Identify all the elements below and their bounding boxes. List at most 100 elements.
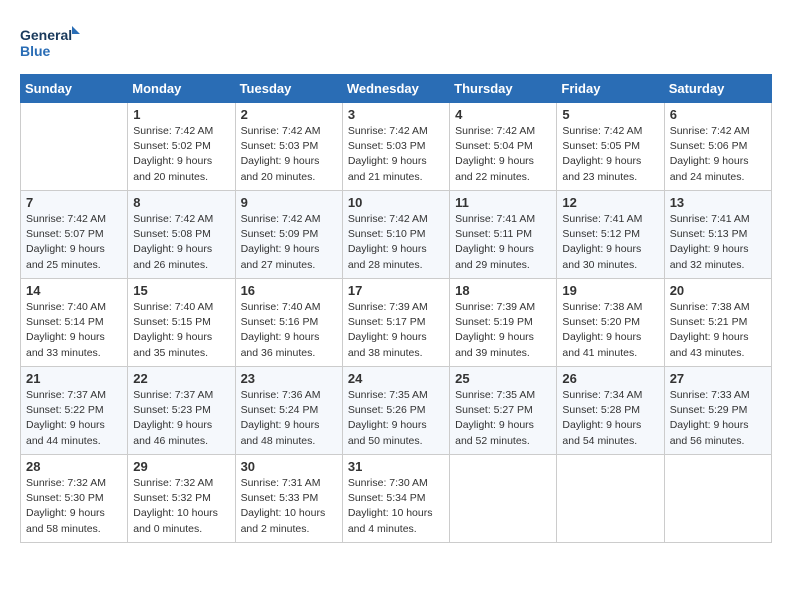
day-info: Sunrise: 7:38 AM Sunset: 5:21 PM Dayligh…: [670, 300, 766, 361]
day-number: 20: [670, 283, 766, 298]
day-info: Sunrise: 7:42 AM Sunset: 5:07 PM Dayligh…: [26, 212, 122, 273]
calendar-cell: 11 Sunrise: 7:41 AM Sunset: 5:11 PM Dayli…: [450, 191, 557, 279]
day-info: Sunrise: 7:32 AM Sunset: 5:30 PM Dayligh…: [26, 476, 122, 537]
day-info: Sunrise: 7:39 AM Sunset: 5:17 PM Dayligh…: [348, 300, 444, 361]
weekday-header: Thursday: [450, 75, 557, 103]
day-number: 14: [26, 283, 122, 298]
day-info: Sunrise: 7:42 AM Sunset: 5:05 PM Dayligh…: [562, 124, 658, 185]
day-info: Sunrise: 7:31 AM Sunset: 5:33 PM Dayligh…: [241, 476, 337, 537]
calendar-cell: 12 Sunrise: 7:41 AM Sunset: 5:12 PM Dayli…: [557, 191, 664, 279]
calendar-cell: [664, 455, 771, 543]
calendar-cell: 29 Sunrise: 7:32 AM Sunset: 5:32 PM Dayli…: [128, 455, 235, 543]
day-number: 19: [562, 283, 658, 298]
day-info: Sunrise: 7:35 AM Sunset: 5:26 PM Dayligh…: [348, 388, 444, 449]
calendar-cell: 1 Sunrise: 7:42 AM Sunset: 5:02 PM Daylig…: [128, 103, 235, 191]
day-number: 24: [348, 371, 444, 386]
calendar-cell: 17Sunrise: 7:39 AM Sunset: 5:17 PM Dayli…: [342, 279, 449, 367]
calendar-cell: 23 Sunrise: 7:36 AM Sunset: 5:24 PM Dayli…: [235, 367, 342, 455]
calendar-cell: 4 Sunrise: 7:42 AM Sunset: 5:04 PM Daylig…: [450, 103, 557, 191]
day-number: 4: [455, 107, 551, 122]
day-info: Sunrise: 7:36 AM Sunset: 5:24 PM Dayligh…: [241, 388, 337, 449]
page-header: General Blue: [20, 20, 772, 64]
weekday-header: Wednesday: [342, 75, 449, 103]
calendar-cell: [557, 455, 664, 543]
day-info: Sunrise: 7:42 AM Sunset: 5:02 PM Dayligh…: [133, 124, 229, 185]
day-info: Sunrise: 7:41 AM Sunset: 5:13 PM Dayligh…: [670, 212, 766, 273]
day-info: Sunrise: 7:42 AM Sunset: 5:10 PM Dayligh…: [348, 212, 444, 273]
day-number: 13: [670, 195, 766, 210]
calendar-cell: 16 Sunrise: 7:40 AM Sunset: 5:16 PM Dayli…: [235, 279, 342, 367]
day-info: Sunrise: 7:42 AM Sunset: 5:03 PM Dayligh…: [348, 124, 444, 185]
calendar-cell: 22 Sunrise: 7:37 AM Sunset: 5:23 PM Dayli…: [128, 367, 235, 455]
day-info: Sunrise: 7:35 AM Sunset: 5:27 PM Dayligh…: [455, 388, 551, 449]
day-number: 28: [26, 459, 122, 474]
calendar-cell: 31 Sunrise: 7:30 AM Sunset: 5:34 PM Dayli…: [342, 455, 449, 543]
calendar-cell: 8Sunrise: 7:42 AM Sunset: 5:08 PM Daylig…: [128, 191, 235, 279]
day-info: Sunrise: 7:33 AM Sunset: 5:29 PM Dayligh…: [670, 388, 766, 449]
calendar-cell: 25 Sunrise: 7:35 AM Sunset: 5:27 PM Dayli…: [450, 367, 557, 455]
calendar-cell: 14 Sunrise: 7:40 AM Sunset: 5:14 PM Dayli…: [21, 279, 128, 367]
day-number: 16: [241, 283, 337, 298]
calendar-cell: 10Sunrise: 7:42 AM Sunset: 5:10 PM Dayli…: [342, 191, 449, 279]
day-number: 3: [348, 107, 444, 122]
day-number: 30: [241, 459, 337, 474]
weekday-header: Sunday: [21, 75, 128, 103]
day-number: 26: [562, 371, 658, 386]
day-info: Sunrise: 7:42 AM Sunset: 5:03 PM Dayligh…: [241, 124, 337, 185]
day-info: Sunrise: 7:42 AM Sunset: 5:08 PM Dayligh…: [133, 212, 229, 273]
day-number: 22: [133, 371, 229, 386]
day-number: 5: [562, 107, 658, 122]
day-info: Sunrise: 7:40 AM Sunset: 5:16 PM Dayligh…: [241, 300, 337, 361]
weekday-header: Friday: [557, 75, 664, 103]
weekday-header-row: SundayMondayTuesdayWednesdayThursdayFrid…: [21, 75, 772, 103]
day-number: 25: [455, 371, 551, 386]
day-number: 12: [562, 195, 658, 210]
calendar-week-row: 7 Sunrise: 7:42 AM Sunset: 5:07 PM Daylig…: [21, 191, 772, 279]
day-number: 23: [241, 371, 337, 386]
calendar-cell: 5 Sunrise: 7:42 AM Sunset: 5:05 PM Daylig…: [557, 103, 664, 191]
day-number: 9: [241, 195, 337, 210]
day-info: Sunrise: 7:37 AM Sunset: 5:22 PM Dayligh…: [26, 388, 122, 449]
calendar-cell: 2Sunrise: 7:42 AM Sunset: 5:03 PM Daylig…: [235, 103, 342, 191]
day-info: Sunrise: 7:40 AM Sunset: 5:15 PM Dayligh…: [133, 300, 229, 361]
calendar-cell: 9 Sunrise: 7:42 AM Sunset: 5:09 PM Daylig…: [235, 191, 342, 279]
calendar-cell: 7 Sunrise: 7:42 AM Sunset: 5:07 PM Daylig…: [21, 191, 128, 279]
day-info: Sunrise: 7:41 AM Sunset: 5:11 PM Dayligh…: [455, 212, 551, 273]
calendar-cell: 24 Sunrise: 7:35 AM Sunset: 5:26 PM Dayli…: [342, 367, 449, 455]
day-info: Sunrise: 7:40 AM Sunset: 5:14 PM Dayligh…: [26, 300, 122, 361]
day-info: Sunrise: 7:30 AM Sunset: 5:34 PM Dayligh…: [348, 476, 444, 537]
calendar-cell: 27 Sunrise: 7:33 AM Sunset: 5:29 PM Dayli…: [664, 367, 771, 455]
svg-text:General: General: [20, 27, 72, 43]
calendar-cell: 6Sunrise: 7:42 AM Sunset: 5:06 PM Daylig…: [664, 103, 771, 191]
day-info: Sunrise: 7:42 AM Sunset: 5:04 PM Dayligh…: [455, 124, 551, 185]
calendar-cell: 21 Sunrise: 7:37 AM Sunset: 5:22 PM Dayli…: [21, 367, 128, 455]
day-number: 29: [133, 459, 229, 474]
calendar-cell: 15Sunrise: 7:40 AM Sunset: 5:15 PM Dayli…: [128, 279, 235, 367]
weekday-header: Monday: [128, 75, 235, 103]
calendar-week-row: 1 Sunrise: 7:42 AM Sunset: 5:02 PM Daylig…: [21, 103, 772, 191]
logo-svg: General Blue: [20, 20, 80, 64]
calendar-cell: 13 Sunrise: 7:41 AM Sunset: 5:13 PM Dayli…: [664, 191, 771, 279]
day-number: 31: [348, 459, 444, 474]
calendar-cell: 30 Sunrise: 7:31 AM Sunset: 5:33 PM Dayli…: [235, 455, 342, 543]
day-number: 27: [670, 371, 766, 386]
calendar-cell: 3 Sunrise: 7:42 AM Sunset: 5:03 PM Daylig…: [342, 103, 449, 191]
day-number: 21: [26, 371, 122, 386]
day-number: 7: [26, 195, 122, 210]
day-info: Sunrise: 7:41 AM Sunset: 5:12 PM Dayligh…: [562, 212, 658, 273]
day-number: 1: [133, 107, 229, 122]
weekday-header: Saturday: [664, 75, 771, 103]
calendar-cell: 19Sunrise: 7:38 AM Sunset: 5:20 PM Dayli…: [557, 279, 664, 367]
calendar-cell: 28 Sunrise: 7:32 AM Sunset: 5:30 PM Dayli…: [21, 455, 128, 543]
calendar-week-row: 28 Sunrise: 7:32 AM Sunset: 5:30 PM Dayli…: [21, 455, 772, 543]
day-number: 11: [455, 195, 551, 210]
day-info: Sunrise: 7:32 AM Sunset: 5:32 PM Dayligh…: [133, 476, 229, 537]
day-info: Sunrise: 7:39 AM Sunset: 5:19 PM Dayligh…: [455, 300, 551, 361]
day-info: Sunrise: 7:37 AM Sunset: 5:23 PM Dayligh…: [133, 388, 229, 449]
svg-text:Blue: Blue: [20, 43, 51, 59]
day-info: Sunrise: 7:34 AM Sunset: 5:28 PM Dayligh…: [562, 388, 658, 449]
day-info: Sunrise: 7:42 AM Sunset: 5:09 PM Dayligh…: [241, 212, 337, 273]
day-number: 18: [455, 283, 551, 298]
calendar-cell: 26 Sunrise: 7:34 AM Sunset: 5:28 PM Dayli…: [557, 367, 664, 455]
calendar-table: SundayMondayTuesdayWednesdayThursdayFrid…: [20, 74, 772, 543]
